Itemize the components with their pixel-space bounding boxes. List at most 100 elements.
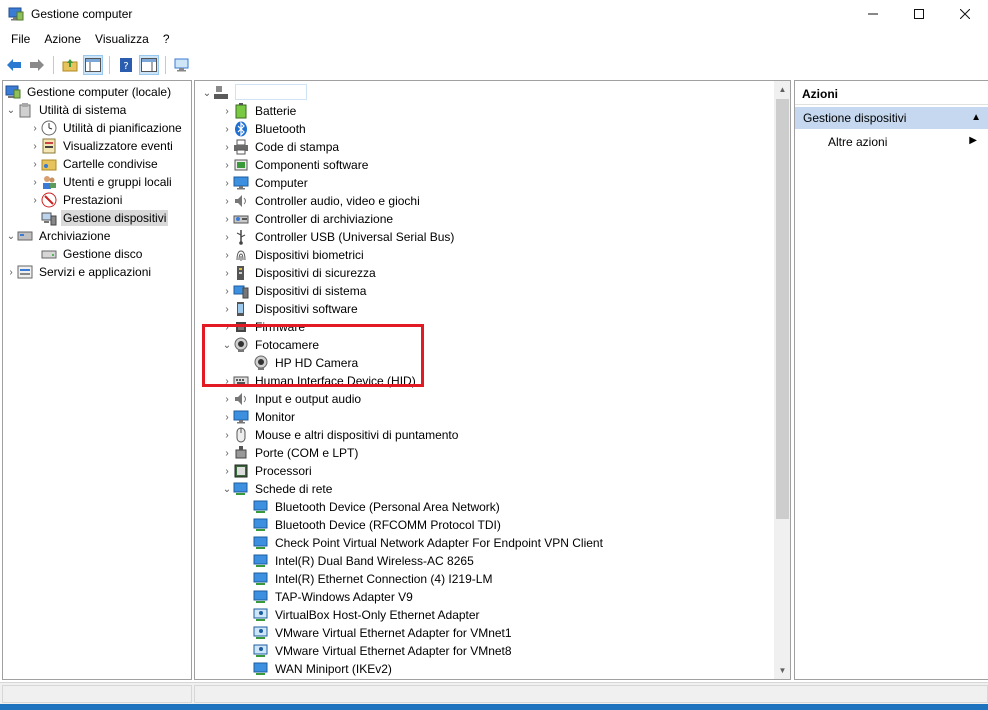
chevron-right-icon[interactable]: › (221, 228, 233, 246)
chevron-right-icon[interactable]: › (221, 210, 233, 228)
up-folder-button[interactable] (60, 55, 80, 75)
device-category[interactable]: › Bluetooth (221, 120, 308, 138)
device-item[interactable]: TAP-Windows Adapter V9 (241, 588, 415, 606)
chevron-right-icon[interactable]: › (221, 462, 233, 480)
chevron-right-icon[interactable]: › (29, 119, 41, 137)
menu-help[interactable]: ? (156, 28, 177, 50)
computer-name-field[interactable] (235, 84, 307, 100)
chevron-right-icon[interactable]: › (221, 390, 233, 408)
chevron-down-icon[interactable]: ⌄ (5, 101, 17, 119)
chevron-down-icon[interactable]: ⌄ (5, 227, 17, 245)
chevron-right-icon[interactable]: › (29, 155, 41, 173)
services-icon (17, 264, 33, 280)
chevron-right-icon[interactable]: › (221, 426, 233, 444)
chevron-right-icon[interactable]: › (221, 102, 233, 120)
device-category[interactable]: › Processori (221, 462, 314, 480)
menu-file[interactable]: File (4, 28, 37, 50)
more-actions-item[interactable]: Altre azioni ▶ (795, 131, 988, 153)
device-item[interactable]: Intel(R) Ethernet Connection (4) I219-LM (241, 570, 494, 588)
chevron-right-icon[interactable]: › (29, 137, 41, 155)
device-category[interactable]: › Input e output audio (221, 390, 363, 408)
show-hide-tree-button[interactable] (83, 55, 103, 75)
menu-visualizza[interactable]: Visualizza (88, 28, 156, 50)
chevron-right-icon[interactable]: › (221, 246, 233, 264)
chevron-right-icon[interactable]: › (221, 156, 233, 174)
device-category[interactable]: › Computer (221, 174, 310, 192)
device-tree-root[interactable]: ⌄ (201, 84, 233, 102)
chevron-right-icon[interactable]: › (221, 318, 233, 336)
device-category[interactable]: › Mouse e altri dispositivi di puntamento (221, 426, 460, 444)
chevron-right-icon[interactable]: › (221, 444, 233, 462)
device-category[interactable]: › Firmware (221, 318, 307, 336)
device-item[interactable]: VMware Virtual Ethernet Adapter for VMne… (241, 642, 514, 660)
device-category[interactable]: › Monitor (221, 408, 297, 426)
tree-task-scheduler[interactable]: › Utilità di pianificazione (29, 119, 184, 137)
minimize-button[interactable] (850, 0, 896, 28)
device-category[interactable]: › Dispositivi biometrici (221, 246, 366, 264)
tree-local-users[interactable]: › Utenti e gruppi locali (29, 173, 174, 191)
scroll-down-arrow-icon[interactable]: ▼ (774, 662, 790, 679)
tree-shared-folders[interactable]: › Cartelle condivise (29, 155, 160, 173)
device-item[interactable]: Check Point Virtual Network Adapter For … (241, 534, 605, 552)
actions-section-device-manager[interactable]: Gestione dispositivi ▲ (795, 107, 988, 129)
maximize-button[interactable] (896, 0, 942, 28)
chevron-right-icon[interactable]: › (29, 191, 41, 209)
chevron-right-icon[interactable]: › (221, 372, 233, 390)
device-category[interactable]: › Batterie (221, 102, 298, 120)
device-category[interactable]: › Code di stampa (221, 138, 341, 156)
tree-performance[interactable]: › Prestazioni (29, 191, 124, 209)
chevron-down-icon[interactable]: ⌄ (221, 336, 233, 354)
chevron-right-icon[interactable]: › (221, 192, 233, 210)
tree-storage[interactable]: ⌄ Archiviazione (5, 227, 112, 245)
chevron-down-icon[interactable]: ⌄ (201, 84, 213, 102)
collapse-up-icon[interactable]: ▲ (971, 112, 981, 123)
tree-event-viewer[interactable]: › Visualizzatore eventi (29, 137, 175, 155)
show-hide-action-pane-button[interactable] (139, 55, 159, 75)
device-category[interactable]: › Porte (COM e LPT) (221, 444, 360, 462)
chevron-right-icon[interactable]: › (221, 120, 233, 138)
tree-device-manager[interactable]: Gestione dispositivi (29, 209, 169, 227)
system-device-icon (233, 283, 249, 299)
chevron-right-icon[interactable]: › (221, 282, 233, 300)
vertical-scrollbar[interactable]: ▲ ▼ (774, 81, 790, 679)
device-item[interactable]: WAN Miniport (IKEv2) (241, 660, 394, 678)
tree-system-tools[interactable]: ⌄ Utilità di sistema (5, 101, 128, 119)
device-category[interactable]: › Dispositivi di sicurezza (221, 264, 378, 282)
device-category[interactable]: › Controller di archiviazione (221, 210, 395, 228)
device-item[interactable]: HP HD Camera (241, 354, 360, 372)
scan-hardware-button[interactable] (172, 55, 192, 75)
device-category[interactable]: › Dispositivi di sistema (221, 282, 368, 300)
device-category[interactable]: › Human Interface Device (HID) (221, 372, 418, 390)
chevron-right-icon[interactable]: › (221, 174, 233, 192)
close-button[interactable] (942, 0, 988, 28)
tree-services[interactable]: › Servizi e applicazioni (5, 263, 153, 281)
scroll-up-arrow-icon[interactable]: ▲ (774, 81, 790, 98)
tree-disk-management[interactable]: Gestione disco (29, 245, 144, 263)
chevron-right-icon[interactable]: › (221, 408, 233, 426)
device-item[interactable]: Bluetooth Device (RFCOMM Protocol TDI) (241, 516, 503, 534)
device-item[interactable]: Bluetooth Device (Personal Area Network) (241, 498, 502, 516)
forward-button[interactable] (27, 55, 47, 75)
tree-root[interactable]: Gestione computer (locale) (5, 83, 173, 101)
device-category-network[interactable]: ⌄ Schede di rete (221, 480, 334, 498)
scroll-thumb[interactable] (776, 99, 789, 519)
device-item[interactable]: VMware Virtual Ethernet Adapter for VMne… (241, 624, 514, 642)
device-category[interactable]: › Componenti software (221, 156, 370, 174)
help-button[interactable]: ? (116, 55, 136, 75)
device-item[interactable]: Intel(R) Dual Band Wireless-AC 8265 (241, 552, 476, 570)
device-item[interactable]: VirtualBox Host-Only Ethernet Adapter (241, 606, 482, 624)
chevron-right-icon[interactable]: › (5, 263, 17, 281)
chevron-right-icon[interactable]: › (221, 300, 233, 318)
back-button[interactable] (4, 55, 24, 75)
device-category[interactable]: › Controller audio, video e giochi (221, 192, 422, 210)
chevron-right-icon[interactable]: › (221, 138, 233, 156)
device-category[interactable]: › Dispositivi software (221, 300, 360, 318)
chevron-right-icon[interactable]: › (221, 264, 233, 282)
device-category[interactable]: › Controller USB (Universal Serial Bus) (221, 228, 456, 246)
chevron-down-icon[interactable]: ⌄ (221, 480, 233, 498)
chevron-right-icon[interactable]: › (29, 173, 41, 191)
device-category-cameras[interactable]: ⌄ Fotocamere (221, 336, 321, 354)
menu-azione[interactable]: Azione (37, 28, 88, 50)
